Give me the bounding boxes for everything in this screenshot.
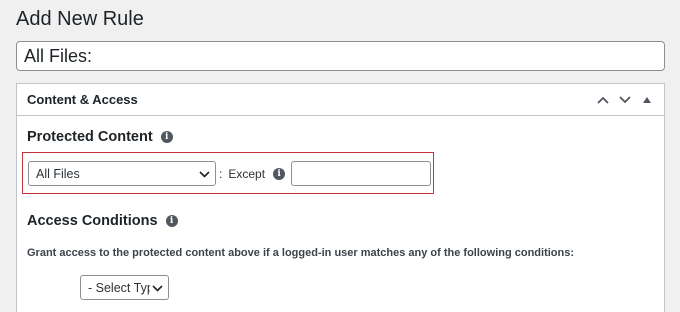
info-icon[interactable]: i: [160, 131, 173, 143]
content-type-select-value: All Files: [36, 166, 80, 181]
except-label-group: : Except i: [219, 167, 286, 181]
protected-content-row: All Files : Except i: [22, 152, 434, 194]
page-title: Add New Rule: [16, 8, 144, 30]
except-label: Except: [228, 167, 266, 181]
access-conditions-heading: Access Conditions i: [27, 213, 178, 229]
access-conditions-heading-text: Access Conditions: [27, 213, 158, 229]
content-type-select[interactable]: All Files: [28, 161, 216, 186]
protected-content-heading: Protected Content i: [27, 129, 173, 145]
metabox-handle-actions: [594, 90, 656, 110]
access-conditions-description: Grant access to the protected content ab…: [27, 247, 575, 259]
chevron-down-icon: [199, 167, 210, 181]
separator-colon: :: [219, 167, 223, 181]
chevron-down-icon: [150, 280, 163, 295]
info-icon[interactable]: i: [165, 215, 178, 227]
condition-type-select-value: - Select Typ: [88, 280, 154, 295]
info-icon[interactable]: i: [273, 168, 286, 180]
condition-type-select[interactable]: - Select Typ: [80, 275, 169, 300]
protected-content-heading-text: Protected Content: [27, 129, 153, 145]
metabox-header: Content & Access: [17, 84, 664, 116]
triangle-up-icon[interactable]: [638, 90, 656, 110]
metabox-title: Content & Access: [27, 92, 138, 107]
chevron-up-icon[interactable]: [594, 90, 612, 110]
content-access-metabox: Content & Access Protected Content i All…: [16, 83, 665, 312]
except-input[interactable]: [291, 161, 431, 186]
chevron-down-icon[interactable]: [616, 90, 634, 110]
rule-title-input[interactable]: All Files:: [16, 41, 665, 71]
